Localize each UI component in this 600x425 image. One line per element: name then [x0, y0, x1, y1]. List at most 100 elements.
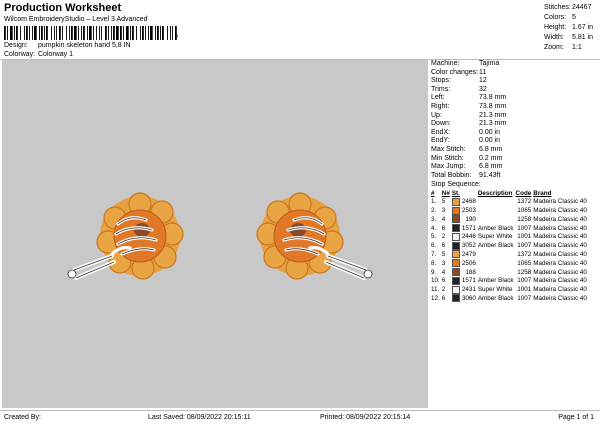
stitch-count: 2468	[461, 198, 476, 206]
barcode	[4, 26, 177, 40]
row-index: 12.	[431, 294, 440, 302]
info-row: Max Stitch: 6.8 mm	[429, 146, 600, 155]
table-row: 4. 6 1571 Amber Black 1007 Madeira Classic 40	[430, 224, 588, 233]
info-value: 73.8 mm	[479, 102, 507, 110]
software-subtitle: Wilcom EmbroideryStudio – Level 3 Advanc…	[4, 16, 148, 23]
color-swatch	[451, 206, 461, 215]
color-swatch	[451, 268, 461, 277]
thread-code: 1007	[517, 242, 532, 250]
column-header: #	[431, 189, 435, 197]
info-label: Min Stitch:	[431, 154, 464, 162]
thread-brand: Madeira Classic 40	[533, 233, 587, 241]
info-value: 6.8 mm	[479, 145, 503, 153]
thread-description: Super White	[477, 233, 513, 241]
thread-code: 1001	[517, 286, 532, 294]
needle-number: 4	[441, 268, 446, 276]
info-row: Trims: 32	[429, 86, 600, 95]
thread-color-swatch	[451, 285, 460, 294]
info-row: Machine: Tajima	[429, 60, 600, 69]
color-swatch	[451, 224, 461, 233]
needle-number: 6	[441, 224, 446, 232]
info-label: EndX:	[431, 128, 451, 136]
machine-info: Machine: Tajima Color changes: 11 Stops: 12 Tr…	[429, 60, 600, 180]
thread-brand: Madeira Classic 40	[533, 294, 587, 302]
stitch-count: 2503	[461, 207, 476, 214]
thread-code: 1007	[517, 277, 532, 285]
thread-description	[477, 268, 515, 277]
stat-label: Colors:	[544, 14, 567, 21]
thread-description	[477, 259, 515, 268]
table-row: 10. 6 1571 Amber Black 1007 Madeira Classic 4…	[430, 276, 588, 285]
info-row: Up: 21.3 mm	[429, 112, 600, 121]
stat-row: Width: 5.81 in	[544, 33, 593, 43]
thread-code: 1065	[517, 259, 532, 267]
stat-row: Height: 1.67 in	[544, 23, 593, 33]
page-title: Production Worksheet	[4, 2, 122, 14]
info-value: Tajima	[479, 60, 500, 67]
stat-label: Stitches:	[544, 4, 571, 11]
stitch-count: 190	[465, 215, 476, 223]
thread-color-swatch	[451, 259, 460, 268]
stat-row: Zoom: 1:1	[544, 43, 593, 53]
thread-brand: Madeira Classic 40	[533, 259, 587, 267]
color-swatch	[451, 197, 461, 206]
info-label: Right:	[431, 102, 450, 110]
info-label: Machine:	[431, 60, 460, 67]
stat-value: 5.81 in	[572, 34, 594, 41]
stat-row: Colors: 5	[544, 13, 593, 23]
color-swatch	[451, 241, 461, 250]
info-label: Up:	[431, 111, 442, 119]
thread-description: Amber Black	[477, 294, 514, 302]
table-row: 11. 2 2431 Super White 1001 Madeira Classic 4…	[430, 285, 588, 294]
info-label: Trims:	[431, 85, 451, 93]
thread-description	[477, 215, 515, 224]
row-index: 10.	[431, 277, 440, 285]
info-value: 21.3 mm	[479, 111, 507, 119]
stop-sequence-title: Stop Sequence:	[431, 181, 481, 189]
stitch-count: 2479	[461, 250, 476, 258]
thread-brand: Madeira Classic 40	[533, 215, 587, 223]
needle-number: 6	[441, 242, 446, 250]
info-row: Right: 73.8 mm	[429, 103, 600, 112]
needle-number: 5	[441, 198, 446, 206]
stat-value: 24467	[572, 4, 592, 11]
needle-number: 4	[441, 215, 446, 223]
stat-value: 1:1	[572, 44, 582, 51]
info-label: EndY:	[431, 137, 450, 145]
info-row: Left: 73.8 mm	[429, 94, 600, 103]
thread-color-swatch	[451, 215, 460, 224]
printed-date: Printed: 08/09/2022 20:15:14	[320, 414, 411, 421]
stitch-count: 2446	[461, 233, 476, 241]
thread-description	[477, 206, 515, 215]
info-value: 0.00 in	[479, 128, 501, 136]
stop-sequence-table: # N# St. Description Code Brand 1. 5 2468 1372 Ma…	[430, 189, 588, 303]
column-header: N#	[441, 189, 450, 197]
info-row: EndY: 0.00 in	[429, 137, 600, 146]
info-label: Stops:	[431, 77, 451, 85]
thread-brand: Madeira Classic 40	[533, 268, 587, 276]
stat-label: Zoom:	[544, 44, 564, 51]
thread-code: 1065	[517, 207, 532, 214]
info-value: 21.3 mm	[479, 120, 507, 128]
info-value: 91.43ft	[479, 171, 501, 179]
color-swatch	[451, 294, 461, 303]
thread-color-swatch	[451, 197, 460, 206]
info-row: Down: 21.3 mm	[429, 120, 600, 129]
table-row: 3. 4 190 1258 Madeira Classic 40	[430, 215, 588, 224]
design-canvas	[2, 60, 428, 408]
color-swatch	[451, 285, 461, 294]
thread-brand: Madeira Classic 40	[533, 224, 587, 232]
stitch-count: 1571	[461, 224, 476, 232]
thread-brand: Madeira Classic 40	[533, 250, 587, 258]
thread-description: Amber Black	[477, 277, 514, 285]
stat-label: Height:	[544, 24, 567, 31]
stat-label: Width:	[544, 34, 564, 41]
colorway-label: Colorway:	[4, 51, 36, 58]
thread-code: 1007	[517, 294, 532, 302]
info-row: Stops: 12	[429, 77, 600, 86]
color-swatch	[451, 250, 461, 259]
table-row: 8. 3 2506 1065 Madeira Classic 40	[430, 259, 588, 268]
thread-code: 1372	[517, 250, 532, 258]
needle-number: 2	[441, 286, 446, 294]
thread-description: Super White	[477, 286, 513, 294]
